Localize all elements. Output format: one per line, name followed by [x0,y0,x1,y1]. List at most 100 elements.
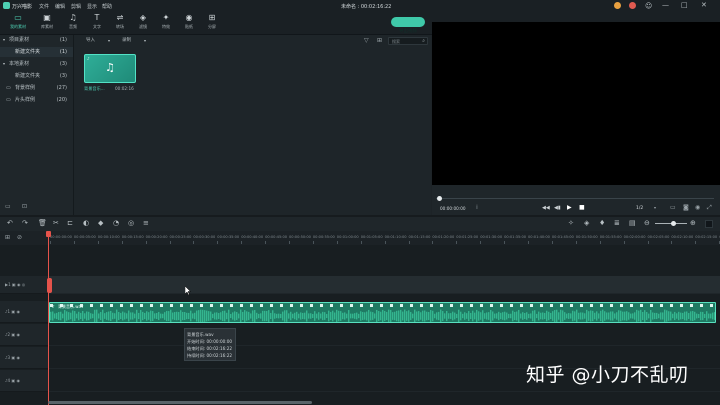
new-folder-icon[interactable]: ▭ [5,203,11,210]
step-back-icon[interactable]: ◀▮ [554,205,561,211]
watermark: 知乎 @小刀不乱叨 [526,364,689,386]
fullscreen-icon[interactable]: ⤢ [707,204,712,212]
eye-icon[interactable]: ◎ [22,282,26,287]
sidebar-item-local-media[interactable]: ▾ 本地素材 (3) [0,59,73,69]
timeline-ruler[interactable]: ⊞ ⊘ 00:00:00:00 00:00:05:00 00:00:10:00 00:… [0,231,720,245]
tab-my-media[interactable]: ▭ 我的素材 [6,13,30,34]
lock-icon[interactable]: ▣ [12,282,16,287]
search-input[interactable]: 搜索 ⌕ [388,37,428,45]
zoom-slider-handle[interactable] [671,221,676,226]
trim-icon[interactable]: ⊏ [67,219,73,228]
render-icon[interactable]: ✧ [568,219,574,228]
keyframe-icon[interactable]: ◆ [98,219,103,228]
lock-icon[interactable]: ▣ [11,355,15,360]
monitor-icon[interactable]: ▭ [670,204,676,211]
waveform-bar [136,309,138,322]
color-icon[interactable]: ◐ [83,219,89,228]
account-icon[interactable]: ☺ [645,2,652,10]
lock-icon[interactable]: ▣ [11,309,15,314]
record-dropdown[interactable]: 录制 ▾ [122,37,146,45]
voiceover-icon[interactable]: ≣ [614,219,620,228]
tab-sticker[interactable]: ◉ 贴纸 [177,13,201,34]
quality-select[interactable]: 1/2 [636,206,643,211]
audio-track-lane-2[interactable] [49,324,720,346]
open-folder-icon[interactable]: ⊡ [22,203,27,210]
import-dropdown[interactable]: 导入 ▾ [86,37,110,45]
volume-icon[interactable]: ◉ [695,204,700,211]
speed-icon[interactable]: ◔ [113,219,119,228]
tab-split-screen[interactable]: ⊞ 分屏 [200,13,224,34]
camera-icon[interactable]: ◙ [683,204,689,211]
stabilize-icon[interactable]: ◎ [128,219,134,228]
tooltip-end-time: 结束时间: 00:02:16:22 [187,346,233,351]
import-label: 导入 [86,38,95,43]
sidebar-item-new-folder-1[interactable]: 新建文件夹 (1) [0,47,73,57]
gift-icon[interactable] [614,2,621,9]
preview-scrubber[interactable] [436,198,714,199]
waveform-bar [168,311,170,321]
audio-mixer-icon[interactable]: ≡ [143,219,149,228]
play-icon[interactable]: ▶ [567,204,572,211]
settings-box-icon[interactable] [705,220,713,228]
timeline-scrollbar[interactable] [48,401,312,404]
tab-text[interactable]: T 文字 [85,13,109,34]
chevron-down-icon[interactable]: ▾ [654,205,656,210]
waveform-bar [566,313,568,319]
add-track-icon[interactable]: ⊞ [5,234,10,241]
menu-clip[interactable]: 剪辑 [71,3,81,10]
tab-audio[interactable]: ♫ 音频 [61,13,85,34]
audio-clip[interactable]: ♪ 背景音乐.wav [49,302,716,323]
waveform-bar [268,310,270,322]
tab-library[interactable]: ▣ 库素材 [35,13,59,34]
maximize-icon[interactable]: □ [681,1,688,9]
preview-canvas[interactable] [432,22,720,185]
mute-icon[interactable]: ◉ [16,355,20,360]
marker-icon[interactable]: ◈ [584,219,589,228]
undo-icon[interactable]: ↶ [7,219,13,228]
menu-edit[interactable]: 编辑 [55,3,65,10]
tab-effects[interactable]: ✦ 特效 [154,13,178,34]
redo-icon[interactable]: ↷ [22,219,28,228]
scrubber-handle[interactable] [437,196,442,201]
playhead-handle[interactable] [46,231,51,237]
sidebar-item-background-samples[interactable]: ▭ 背景样例 (27) [0,83,73,93]
lock-icon[interactable]: ▣ [11,332,15,337]
crown-icon[interactable] [629,2,636,9]
snap-icon[interactable]: ▤ [629,219,636,228]
delete-icon[interactable]: 🗑 [38,219,47,228]
menu-file[interactable]: 文件 [39,3,49,10]
video-track-lane[interactable] [49,276,720,294]
minimize-icon[interactable]: — [662,1,669,9]
menu-help[interactable]: 帮助 [102,3,112,10]
mute-icon[interactable]: ◉ [16,332,20,337]
tab-filter[interactable]: ◈ 滤镜 [131,13,155,34]
tab-transition[interactable]: ⇌ 转场 [108,13,132,34]
waveform-bar [556,309,558,322]
lock-icon[interactable]: ▣ [11,378,15,383]
link-icon[interactable]: ⊘ [17,234,22,241]
mute-icon[interactable]: ◉ [16,309,20,314]
grid-view-icon[interactable]: ⊞ [377,37,382,44]
ruler-tick-mark [50,241,51,244]
ruler-tick-label: 00:01:30:00 [480,235,503,239]
close-icon[interactable]: ✕ [701,1,707,9]
cut-icon[interactable]: ✂ [53,219,59,228]
sidebar-item-intro-samples[interactable]: ▭ 片头样例 (20) [0,95,73,105]
mute-icon[interactable]: ◉ [16,378,20,383]
zoom-in-icon[interactable]: ⊕ [690,219,696,228]
sidebar-item-project-media[interactable]: ▾ 项目素材 (1) [0,35,73,45]
playhead[interactable] [48,231,49,405]
playhead-marker[interactable] [47,278,52,293]
bracket-icon[interactable]: ⁞ [476,204,478,211]
skip-back-icon[interactable]: ◀◀ [542,205,550,211]
media-thumbnail[interactable]: ♫ ♪ [84,54,136,83]
ruler-tick-mark [480,241,482,244]
mic-icon[interactable]: ♦ [599,219,605,228]
zoom-out-icon[interactable]: ⊖ [644,219,650,228]
mute-icon[interactable]: ◉ [17,282,21,287]
filter-icon[interactable]: ▽ [364,37,369,44]
stop-icon[interactable]: ■ [579,204,585,211]
sidebar-item-new-folder-2[interactable]: 新建文件夹 (3) [0,71,73,81]
menu-view[interactable]: 显示 [87,3,97,10]
export-button[interactable]: 导出视频 [391,17,425,34]
